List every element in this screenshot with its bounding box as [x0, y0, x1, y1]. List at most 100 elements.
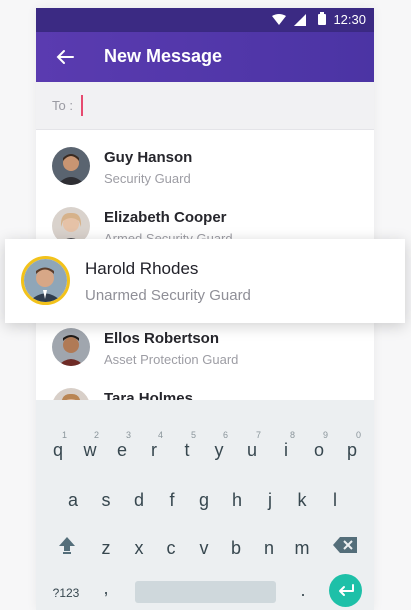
space-bar[interactable] — [135, 581, 276, 603]
key-label: b — [230, 538, 241, 558]
key-u[interactable]: 7u — [237, 428, 267, 464]
period-key-label: . — [300, 580, 306, 600]
symbols-key[interactable]: ?123 — [48, 574, 84, 610]
key-label: l — [333, 490, 337, 510]
key-a[interactable]: a — [58, 478, 88, 514]
key-label: h — [231, 490, 242, 510]
to-label: To : — [52, 98, 73, 113]
contact-item[interactable]: Guy Hanson Security Guard — [36, 137, 374, 198]
key-l[interactable]: l — [320, 478, 350, 514]
battery-icon — [318, 12, 326, 30]
avatar — [52, 147, 90, 185]
contact-name: Ellos Robertson — [104, 330, 220, 347]
key-label: i — [284, 440, 288, 460]
page-title: New Message — [104, 46, 223, 66]
contact-item[interactable]: Ellos Robertson Asset Protection Guard — [36, 318, 374, 379]
key-label: k — [297, 490, 307, 510]
avatar — [21, 256, 70, 305]
arrow-back-icon — [56, 50, 74, 64]
key-label: t — [184, 440, 190, 460]
key-b[interactable]: b — [221, 526, 251, 562]
return-arrow-icon — [338, 583, 354, 596]
key-d[interactable]: d — [124, 478, 154, 514]
key-y[interactable]: 6y — [204, 428, 234, 464]
key-label: n — [263, 538, 274, 558]
app-bar: New Message — [36, 32, 374, 82]
contact-role: Unarmed Security Guard — [85, 287, 251, 304]
key-t[interactable]: 5t — [172, 428, 202, 464]
key-hint: 3 — [125, 430, 131, 440]
key-label: v — [199, 538, 209, 558]
key-p[interactable]: 0p — [337, 428, 367, 464]
key-label: y — [214, 440, 224, 460]
enter-button[interactable] — [329, 574, 362, 607]
wifi-icon — [272, 13, 286, 31]
contact-name: Harold Rhodes — [85, 259, 199, 278]
recipient-field[interactable]: To : — [36, 82, 374, 130]
key-label: e — [116, 440, 127, 460]
contact-name: Elizabeth Cooper — [104, 209, 227, 226]
key-hint: 4 — [157, 430, 163, 440]
key-label: p — [346, 440, 357, 460]
key-hint: 0 — [355, 430, 361, 440]
key-label: s — [101, 490, 111, 510]
backspace-icon — [333, 537, 357, 553]
key-hint: 7 — [255, 430, 261, 440]
key-o[interactable]: 9o — [304, 428, 334, 464]
clock: 12:30 — [333, 12, 366, 27]
key-q[interactable]: 1q — [43, 428, 73, 464]
key-h[interactable]: h — [222, 478, 252, 514]
contact-role: Security Guard — [104, 171, 191, 186]
key-label: r — [151, 440, 157, 460]
key-label: a — [67, 490, 78, 510]
on-screen-keyboard: 1q2w3e4r5t6y7u8i9o0p asdfghjkl zxcvbnm ?… — [36, 400, 374, 610]
key-w[interactable]: 2w — [75, 428, 105, 464]
key-label: d — [133, 490, 144, 510]
key-label: j — [268, 490, 272, 510]
key-label: f — [169, 490, 175, 510]
key-s[interactable]: s — [91, 478, 121, 514]
key-hint: 1 — [61, 430, 67, 440]
key-e[interactable]: 3e — [107, 428, 137, 464]
key-hint: 6 — [222, 430, 228, 440]
key-label: u — [246, 440, 257, 460]
key-hint: 8 — [289, 430, 295, 440]
contact-name: Guy Hanson — [104, 149, 193, 166]
comma-key[interactable]: , — [91, 574, 121, 610]
key-hint: 5 — [190, 430, 196, 440]
key-label: m — [294, 538, 310, 558]
key-hint: 2 — [93, 430, 99, 440]
key-n[interactable]: n — [254, 526, 284, 562]
key-f[interactable]: f — [157, 478, 187, 514]
symbols-key-label: ?123 — [52, 586, 80, 600]
key-label: g — [198, 490, 209, 510]
avatar — [52, 328, 90, 366]
key-j[interactable]: j — [255, 478, 285, 514]
comma-key-label: , — [103, 578, 109, 598]
back-button[interactable] — [52, 45, 78, 69]
key-c[interactable]: c — [156, 526, 186, 562]
key-v[interactable]: v — [189, 526, 219, 562]
shift-icon — [59, 537, 75, 554]
cellular-signal-icon — [294, 13, 306, 31]
selected-contact-card[interactable]: Harold Rhodes Unarmed Security Guard — [5, 239, 405, 323]
key-k[interactable]: k — [287, 478, 317, 514]
key-label: z — [101, 538, 111, 558]
key-label: w — [83, 440, 97, 460]
key-g[interactable]: g — [189, 478, 219, 514]
key-label: x — [134, 538, 144, 558]
key-z[interactable]: z — [91, 526, 121, 562]
period-key[interactable]: . — [288, 574, 318, 610]
key-label: c — [166, 538, 176, 558]
text-cursor — [81, 95, 83, 116]
key-x[interactable]: x — [124, 526, 154, 562]
key-hint: 9 — [322, 430, 328, 440]
key-r[interactable]: 4r — [139, 428, 169, 464]
key-label: o — [313, 440, 324, 460]
shift-key[interactable] — [52, 526, 82, 562]
status-bar: 12:30 — [36, 8, 374, 32]
backspace-key[interactable] — [328, 526, 364, 562]
contact-role: Asset Protection Guard — [104, 352, 239, 367]
key-m[interactable]: m — [287, 526, 317, 562]
key-i[interactable]: 8i — [271, 428, 301, 464]
